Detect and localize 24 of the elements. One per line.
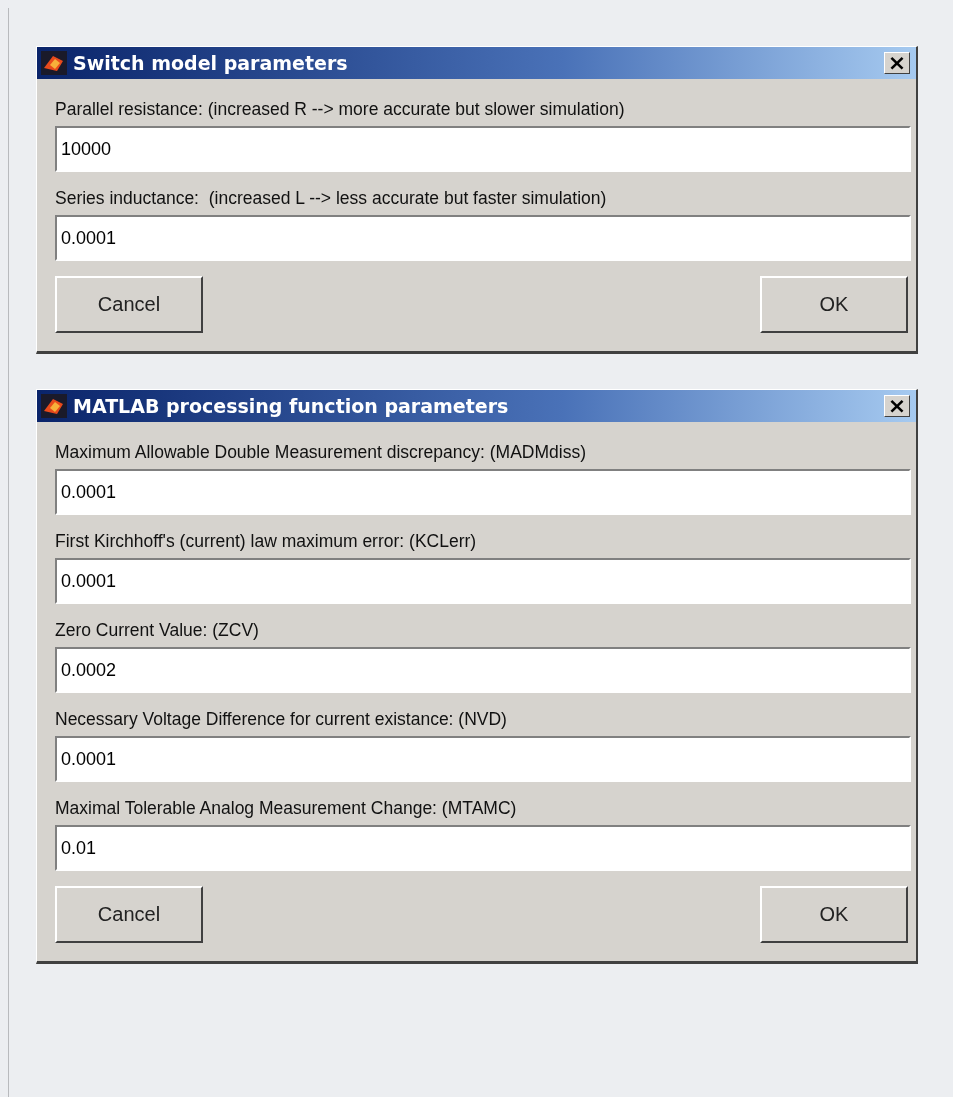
input-field[interactable]: 0.0002 xyxy=(55,647,911,693)
cancel-button[interactable]: Cancel xyxy=(55,276,203,333)
app-icon xyxy=(41,394,67,418)
field-label: Maximum Allowable Double Measurement discrepancy: (MADMdiss) xyxy=(55,442,587,463)
input-field[interactable]: 0.0001 xyxy=(55,469,911,515)
field-label: Necessary Voltage Difference for current existance: (NVD) xyxy=(55,709,508,730)
ok-button[interactable]: OK xyxy=(760,276,908,333)
field-label: Parallel resistance: (increased R --> more accurate but slower simulation) xyxy=(55,99,626,120)
close-button[interactable]: × xyxy=(884,395,910,417)
field-label: First Kirchhoff's (current) law maximum error: (KCLerr) xyxy=(55,531,478,552)
close-button[interactable]: × xyxy=(884,52,910,74)
cancel-button[interactable]: Cancel xyxy=(55,886,203,943)
ok-button[interactable]: OK xyxy=(760,886,908,943)
field-label: Zero Current Value: (ZCV) xyxy=(55,620,260,641)
input-field[interactable]: 10000 xyxy=(55,126,911,172)
input-field[interactable]: 0.0001 xyxy=(55,215,911,261)
input-field[interactable]: 0.0001 xyxy=(55,736,911,782)
input-field[interactable]: 0.01 xyxy=(55,825,911,871)
window-title: Switch model parameters xyxy=(73,52,349,74)
field-label: Series inductance: (increased L --> less accurate but faster simulation) xyxy=(55,188,608,209)
input-field[interactable]: 0.0001 xyxy=(55,558,911,604)
field-label: Maximal Tolerable Analog Measurement Change: (MTAMC) xyxy=(55,798,518,819)
window-title: MATLAB processing function parameters xyxy=(73,395,510,417)
app-icon xyxy=(41,51,67,75)
